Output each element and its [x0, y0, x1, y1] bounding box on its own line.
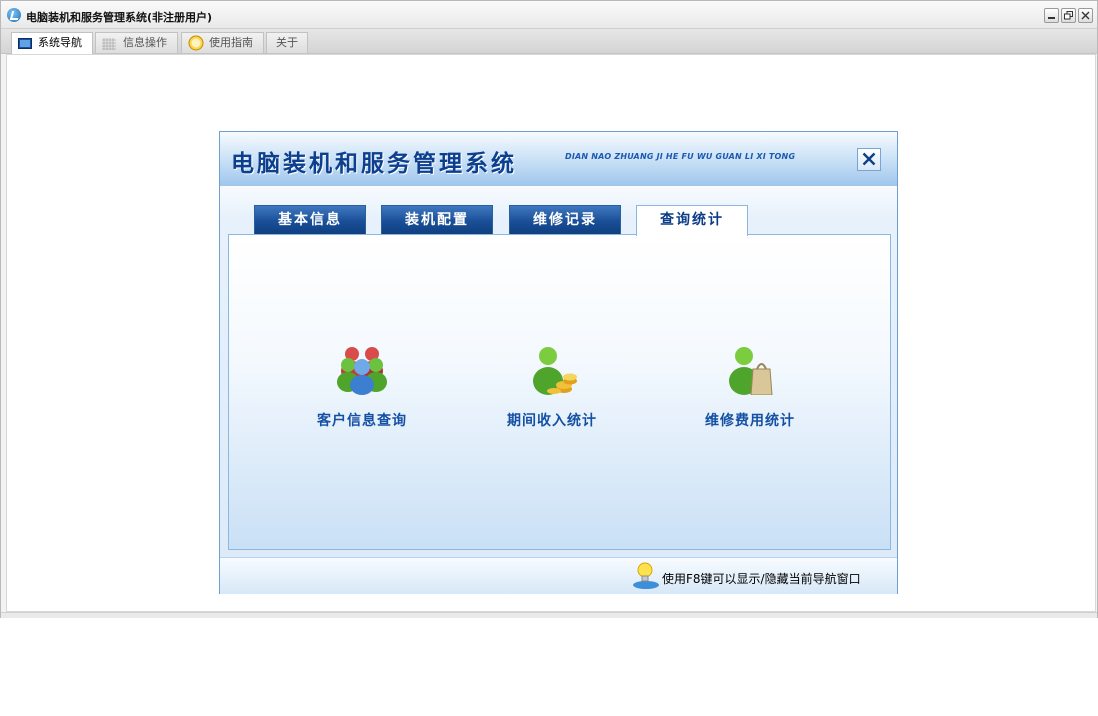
function-label: 期间收入统计 [507, 413, 597, 429]
tab-label: 使用指南 [209, 36, 253, 49]
lightbulb-icon [631, 560, 661, 593]
function-label: 维修费用统计 [705, 413, 795, 429]
period-income-statistics-button[interactable]: 期间收入统计 [482, 345, 622, 430]
function-label: 客户信息查询 [317, 413, 407, 429]
nav-tab-assembly-config[interactable]: 装机配置 [381, 205, 493, 234]
tab-label: 关于 [276, 36, 298, 49]
tab-info-operations[interactable]: 信息操作 [95, 32, 178, 53]
window-title: 电脑装机和服务管理系统(非注册用户) [26, 11, 213, 24]
nav-tab-query-statistics[interactable]: 查询统计 [636, 205, 748, 236]
navigation-title: 电脑装机和服务管理系统 [231, 150, 517, 177]
navigation-footer: 使用F8键可以显示/隐藏当前导航窗口 [220, 557, 897, 594]
query-statistics-panel: 客户信息查询 期间收入统计 维修费用统计 [228, 234, 891, 550]
tab-system-navigation[interactable]: 系统导航 [11, 32, 93, 54]
user-coins-icon [482, 345, 622, 398]
repair-cost-statistics-button[interactable]: 维修费用统计 [680, 345, 820, 430]
restore-icon[interactable] [1061, 8, 1076, 23]
title-bar: 电脑装机和服务管理系统(非注册用户) [1, 1, 1097, 29]
navigation-window: 电脑装机和服务管理系统 DIAN NAO ZHUANG JI HE FU WU … [219, 131, 898, 594]
user-bag-icon [680, 345, 820, 398]
tab-label: 系统导航 [38, 36, 82, 49]
customer-info-query-button[interactable]: 客户信息查询 [292, 345, 432, 430]
close-icon [862, 152, 876, 166]
main-tab-strip: 系统导航 信息操作 使用指南 关于 [1, 29, 1097, 54]
close-navigation-button[interactable] [857, 148, 881, 171]
tab-label: 信息操作 [123, 36, 167, 49]
nav-tab-repair-records[interactable]: 维修记录 [509, 205, 621, 234]
status-bar [1, 612, 1097, 618]
users-group-icon [292, 345, 432, 398]
tip-text: 使用F8键可以显示/隐藏当前导航窗口 [662, 572, 861, 586]
nav-tab-basic-info[interactable]: 基本信息 [254, 205, 366, 234]
tab-about[interactable]: 关于 [266, 32, 308, 53]
navigation-pinyin: DIAN NAO ZHUANG JI HE FU WU GUAN LI XI T… [565, 152, 796, 161]
minimize-icon[interactable] [1044, 8, 1059, 23]
app-logo-icon [7, 8, 21, 22]
tab-user-guide[interactable]: 使用指南 [181, 32, 264, 53]
close-icon[interactable] [1078, 8, 1093, 23]
navigation-header: 电脑装机和服务管理系统 DIAN NAO ZHUANG JI HE FU WU … [220, 132, 897, 186]
